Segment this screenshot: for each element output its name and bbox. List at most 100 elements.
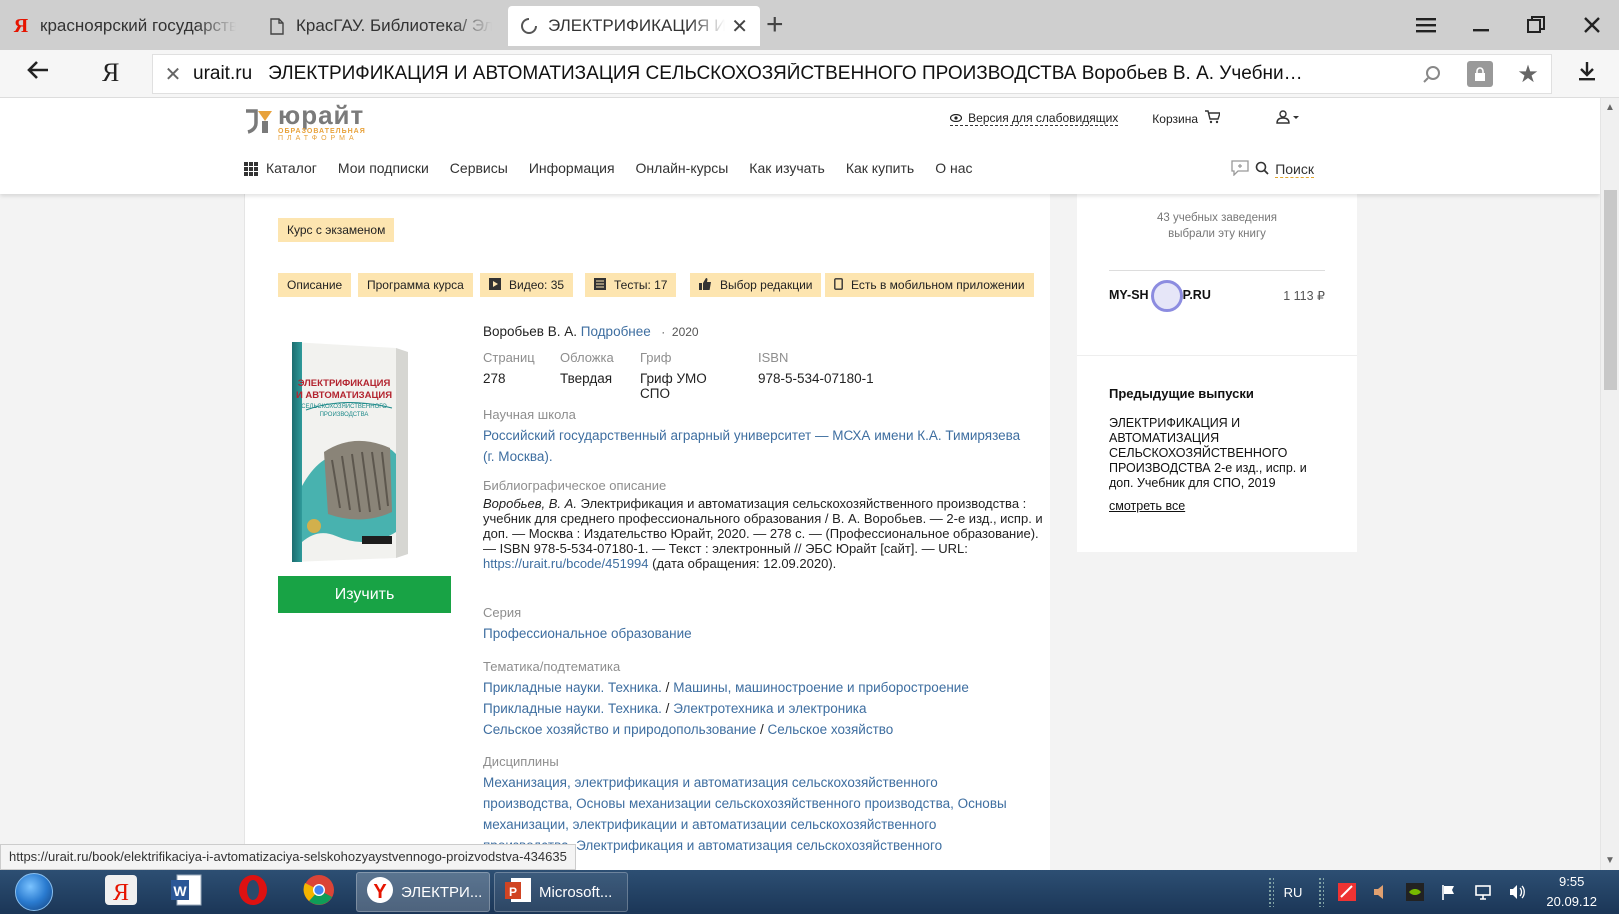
book-card: Курс с экзаменом Описание Программа курс… xyxy=(244,194,1050,870)
page-viewport: юрайт ОБРАЗОВАТЕЛЬНАЯ ПЛАТФОРМА Версия д… xyxy=(0,98,1600,870)
svg-text:СЕЛЬСКОХОЗЯЙСТВЕННОГО: СЕЛЬСКОХОЗЯЙСТВЕННОГО xyxy=(301,402,387,410)
search-icon xyxy=(1255,161,1269,178)
video-icon xyxy=(489,277,501,293)
menu-subscriptions[interactable]: Мои подписки xyxy=(338,160,429,176)
vertical-scrollbar[interactable]: ▲ ▼ xyxy=(1600,98,1619,870)
tab-yandex-search[interactable]: Я красноярский государственный xyxy=(0,6,248,46)
network-icon[interactable] xyxy=(1472,881,1494,903)
svg-text:ЭЛЕКТРИФИКАЦИЯ: ЭЛЕКТРИФИКАЦИЯ xyxy=(298,378,391,389)
author-more-link[interactable]: Подробнее xyxy=(581,324,651,339)
study-button[interactable]: Изучить xyxy=(278,576,451,613)
antivirus-icon[interactable] xyxy=(1336,881,1358,903)
tag-description[interactable]: Описание xyxy=(278,273,352,297)
previous-editions-title: Предыдущие выпуски xyxy=(1109,386,1254,401)
tray-grip xyxy=(1267,877,1274,907)
book-year: 2020 xyxy=(671,325,699,339)
see-all-link[interactable]: смотреть все xyxy=(1109,499,1185,513)
tray-grip xyxy=(1318,877,1325,907)
close-window-icon[interactable] xyxy=(1570,8,1614,42)
tag-video[interactable]: Видео: 35 xyxy=(480,273,574,297)
taskbar-chrome[interactable] xyxy=(290,872,348,912)
restore-icon[interactable] xyxy=(1514,8,1558,42)
tab-urait-book[interactable]: ЭЛЕКТРИФИКАЦИЯ И АВТОМАТИЗАЦИЯ ✕ xyxy=(508,6,760,46)
previous-edition-link[interactable]: ЭЛЕКТРИФИКАЦИЯ И АВТОМАТИЗАЦИЯ СЕЛЬСКОХО… xyxy=(1109,416,1327,491)
url-page-title: ЭЛЕКТРИФИКАЦИЯ И АВТОМАТИЗАЦИЯ СЕЛЬСКОХО… xyxy=(268,63,1309,84)
yandex-icon: Я xyxy=(13,14,29,37)
logo-name: юрайт xyxy=(278,100,365,130)
book-author: Воробьев В. А. xyxy=(483,324,577,339)
main-menu: Каталог Мои подписки Сервисы Информация … xyxy=(244,160,993,177)
back-arrow-icon[interactable] xyxy=(26,56,50,88)
taskbar-word[interactable]: W xyxy=(158,872,216,912)
start-button[interactable] xyxy=(6,872,62,912)
course-exam-badge: Курс с экзаменом xyxy=(278,218,395,242)
menu-online-courses[interactable]: Онлайн-курсы xyxy=(636,160,729,176)
sidebar-shop-section: 43 учебных заведения выбрали эту книгу M… xyxy=(1077,194,1357,356)
menu-icon[interactable] xyxy=(1404,8,1448,42)
taskbar-window-yandex-browser[interactable]: Y ЭЛЕКТРИ... xyxy=(356,872,490,912)
user-menu-button[interactable] xyxy=(1276,110,1300,127)
scrollbar-thumb[interactable] xyxy=(1604,190,1617,390)
series-link[interactable]: Профессиональное образование xyxy=(483,623,1043,644)
menu-how-to-buy[interactable]: Как купить xyxy=(846,160,914,176)
taskbar-opera[interactable] xyxy=(224,872,282,912)
tab-krasgau-library[interactable]: КрасГАУ. Библиотека/ Электронные xyxy=(256,6,504,46)
taskbar-window-powerpoint[interactable]: P Microsoft... xyxy=(494,872,628,912)
taskbar-yandex[interactable]: Я xyxy=(92,872,150,912)
download-icon[interactable] xyxy=(1577,60,1597,89)
yandex-icon: Я xyxy=(103,873,139,912)
bcode-link[interactable]: https://urait.ru/bcode/451994 xyxy=(483,556,649,571)
phone-icon xyxy=(834,277,843,293)
nvidia-icon[interactable] xyxy=(1404,881,1426,903)
dot-separator: · xyxy=(654,325,672,339)
svg-text:Y: Y xyxy=(373,881,387,903)
logo-subtitle-2: ПЛАТФОРМА xyxy=(278,135,358,142)
yandex-home-icon[interactable]: Я xyxy=(102,58,119,88)
tab-label: красноярский государственный xyxy=(40,16,236,35)
tag-editors-choice[interactable]: Выбор редакции xyxy=(690,273,822,297)
bookmark-star-icon[interactable]: ★ xyxy=(1515,61,1541,88)
scroll-up-icon[interactable]: ▲ xyxy=(1605,102,1615,113)
menu-information[interactable]: Информация xyxy=(529,160,615,176)
tag-mobile-app[interactable]: Есть в мобильном приложении xyxy=(825,273,1034,297)
chrome-icon xyxy=(301,873,337,912)
spec-grif: Гриф Гриф УМО СПО xyxy=(640,350,707,401)
logo-mark-icon xyxy=(244,107,274,137)
speaker-icon[interactable] xyxy=(1370,881,1392,903)
url-host: urait.ru xyxy=(193,63,253,84)
book-cover-image[interactable]: ЭЛЕКТРИФИКАЦИЯ И АВТОМАТИЗАЦИЯ СЕЛЬСКОХО… xyxy=(284,336,412,568)
menu-about[interactable]: О нас xyxy=(935,160,972,176)
volume-icon[interactable] xyxy=(1506,881,1528,903)
low-vision-link[interactable]: Версия для слабовидящих xyxy=(950,111,1119,126)
stop-loading-icon[interactable]: ✕ xyxy=(153,62,193,87)
loading-icon xyxy=(520,17,538,35)
close-tab-icon[interactable]: ✕ xyxy=(731,14,748,39)
svg-text:W: W xyxy=(173,883,187,899)
cart-link[interactable]: Корзина xyxy=(1152,110,1221,127)
powerpoint-icon: P xyxy=(503,875,533,909)
tab-label: КрасГАУ. Библиотека/ Электронные xyxy=(296,16,492,35)
tag-tests[interactable]: Тесты: 17 xyxy=(585,273,677,297)
scientific-school: Научная школа Российский государственный… xyxy=(483,404,1043,467)
minimize-icon[interactable] xyxy=(1460,8,1504,42)
low-vision-label: Версия для слабовидящих xyxy=(968,111,1119,125)
scientific-school-link[interactable]: Российский государственный аграрный унив… xyxy=(483,425,1023,467)
language-indicator[interactable]: RU xyxy=(1284,885,1303,900)
url-field[interactable]: ✕ urait.ru ЭЛЕКТРИФИКАЦИЯ И АВТОМАТИЗАЦИ… xyxy=(152,54,1552,94)
menu-services[interactable]: Сервисы xyxy=(450,160,508,176)
menu-how-to-study[interactable]: Как изучать xyxy=(749,160,825,176)
lock-icon[interactable] xyxy=(1467,61,1493,87)
search-link[interactable]: Поиск xyxy=(1231,160,1314,179)
feedback-icon[interactable] xyxy=(1231,160,1249,179)
menu-catalog[interactable]: Каталог xyxy=(244,160,317,177)
scroll-down-icon[interactable]: ▼ xyxy=(1605,855,1615,866)
urait-logo[interactable]: юрайт ОБРАЗОВАТЕЛЬНАЯ ПЛАТФОРМА xyxy=(244,102,366,142)
thumbs-up-icon xyxy=(699,277,712,293)
tag-course-program[interactable]: Программа курса xyxy=(358,273,473,297)
new-tab-button[interactable]: + xyxy=(766,10,784,40)
taskbar-grip xyxy=(72,872,82,912)
system-clock[interactable]: 9:55 20.09.12 xyxy=(1546,872,1597,912)
search-page-icon[interactable] xyxy=(1419,61,1445,87)
spec-isbn: ISBN 978-5-534-07180-1 xyxy=(758,350,874,386)
action-center-flag-icon[interactable] xyxy=(1438,881,1460,903)
